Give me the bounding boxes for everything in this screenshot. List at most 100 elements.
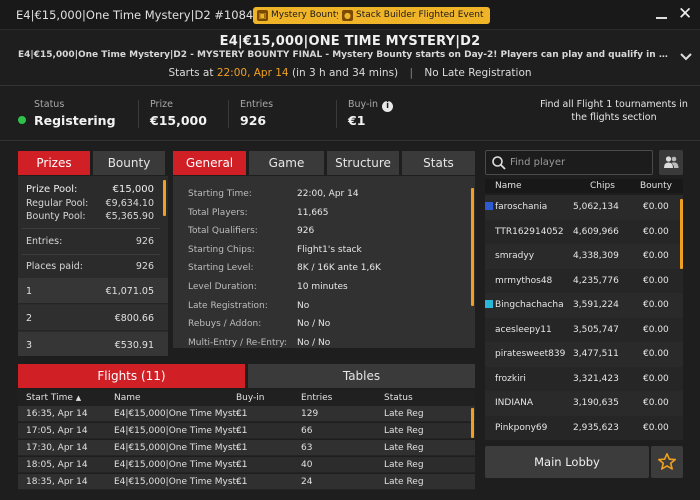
info-row: Starting Chips: Flight1's stack xyxy=(173,242,475,261)
table-row[interactable]: 18:05, Apr 14 E4|€15,000|One Time Myst..… xyxy=(18,457,475,473)
info-scrollbar[interactable] xyxy=(471,188,474,306)
table-row[interactable]: 16:35, Apr 14 E4|€15,000|One Time Myst..… xyxy=(18,406,475,422)
flights-table-header: Start Time ▲ Name Buy-in Entries Status xyxy=(18,390,475,406)
col-entries[interactable]: Entries xyxy=(301,393,332,403)
list-item[interactable]: acesleepy11 3,505,747 €0.00 xyxy=(485,317,683,342)
players-scrollbar[interactable] xyxy=(680,199,683,269)
info-row: Multi-Entry / Re-Entry: No / No xyxy=(173,335,475,348)
buyin-label: Buy-in i xyxy=(348,99,394,112)
info-value: No / No xyxy=(297,337,331,348)
player-name: faroschania xyxy=(495,202,548,212)
player-name: INDIANA xyxy=(495,398,534,408)
prize-value: €15,000 xyxy=(150,113,207,128)
flight-status: Late Reg xyxy=(384,409,424,419)
prize-label: Prize xyxy=(150,99,173,110)
tab-general[interactable]: General xyxy=(173,151,246,175)
table-row[interactable]: 18:35, Apr 14 E4|€15,000|One Time Myst..… xyxy=(18,474,475,490)
main-lobby-button[interactable]: Main Lobby xyxy=(485,446,649,478)
flights-section-link[interactable]: Find all Flight 1 tournaments in the fli… xyxy=(532,98,696,124)
search-icon xyxy=(492,156,506,170)
player-bounty: €0.00 xyxy=(643,422,669,433)
search-input[interactable] xyxy=(510,154,650,171)
col-status[interactable]: Status xyxy=(384,393,413,403)
col-player-name[interactable]: Name xyxy=(495,181,522,191)
table-row[interactable]: 17:30, Apr 14 E4|€15,000|One Time Myst..… xyxy=(18,440,475,456)
list-item[interactable]: frozkiri 3,321,423 €0.00 xyxy=(485,366,683,391)
tab-structure[interactable]: Structure xyxy=(327,151,399,175)
list-item[interactable]: piratesweet839 3,477,511 €0.00 xyxy=(485,342,683,367)
players-view-button[interactable] xyxy=(659,150,683,175)
sort-up-icon: ▲ xyxy=(75,394,82,402)
player-chips: 3,591,224 xyxy=(573,300,619,310)
info-row: Level Duration: 10 minutes xyxy=(173,279,475,298)
prizes-scrollbar[interactable] xyxy=(163,180,166,216)
player-name: acesleepy11 xyxy=(495,324,552,335)
favorite-button[interactable] xyxy=(651,446,683,478)
tab-flights[interactable]: Flights (11) xyxy=(18,364,245,388)
col-bounty[interactable]: Bounty xyxy=(640,181,672,191)
list-item[interactable]: mrmythos48 4,235,776 €0.00 xyxy=(485,268,683,293)
list-item[interactable]: Pinkpony69 2,935,623 €0.00 xyxy=(485,415,683,440)
table-row[interactable]: 17:05, Apr 14 E4|€15,000|One Time Myst..… xyxy=(18,423,475,439)
list-item[interactable]: Bingchachacha 3,591,224 €0.00 xyxy=(485,293,683,318)
divider xyxy=(22,254,160,255)
player-bounty: €0.00 xyxy=(643,226,669,237)
tab-prizes[interactable]: Prizes xyxy=(18,151,90,175)
tab-stats[interactable]: Stats xyxy=(402,151,475,175)
divider xyxy=(336,100,337,128)
entries-label: Entries xyxy=(240,99,274,110)
info-label: Total Qualifiers: xyxy=(188,226,258,237)
flight-buyin: €1 xyxy=(236,426,248,436)
flights-table: 16:35, Apr 14 E4|€15,000|One Time Myst..… xyxy=(18,406,475,500)
tab-game[interactable]: Game xyxy=(249,151,324,175)
info-value: 22:00, Apr 14 xyxy=(297,189,359,199)
col-start-time[interactable]: Start Time ▲ xyxy=(26,393,81,403)
starts-prefix: Starts at xyxy=(168,67,214,79)
info-value: 926 xyxy=(297,226,315,237)
player-bounty: €0.00 xyxy=(643,202,669,212)
entries-value: 926 xyxy=(240,113,267,128)
list-item[interactable]: faroschania 5,062,134 €0.00 xyxy=(485,195,683,220)
mystery-bounty-tag[interactable]: ▣ Mystery Bounty xyxy=(253,7,348,24)
list-item[interactable]: TTR162914052 4,609,966 €0.00 xyxy=(485,219,683,244)
start-time: 22:00, Apr 14 xyxy=(216,67,289,79)
divider xyxy=(0,85,700,86)
flight-status: Late Reg xyxy=(384,460,424,470)
flights-scrollbar[interactable] xyxy=(471,408,474,438)
info-icon[interactable]: i xyxy=(382,101,394,112)
flight-start: 18:35, Apr 14 xyxy=(26,477,88,487)
tag-label: Mystery Bounty xyxy=(271,10,342,20)
close-icon[interactable]: ✕ xyxy=(678,4,692,24)
coin-icon: ● xyxy=(342,10,353,21)
place-number: 1 xyxy=(26,286,33,297)
stack-builder-tag[interactable]: ● Stack Builder Flighted Event xyxy=(338,7,490,24)
tab-tables[interactable]: Tables xyxy=(248,364,475,388)
player-name: Bingchachacha xyxy=(495,300,564,310)
registration-note: No Late Registration xyxy=(424,67,532,79)
col-buyin[interactable]: Buy-in xyxy=(236,393,265,403)
info-value: No / No xyxy=(297,319,331,330)
flight-entries: 40 xyxy=(301,460,313,470)
place-amount: €1,071.05 xyxy=(105,286,154,297)
prize-pool-label: Prize Pool: xyxy=(26,184,78,195)
player-bounty: €0.00 xyxy=(643,324,669,335)
buyin-value: €1 xyxy=(348,113,366,128)
minimize-icon[interactable] xyxy=(655,8,669,22)
users-icon xyxy=(664,156,679,168)
player-name: piratesweet839 xyxy=(495,349,566,359)
tab-bounty[interactable]: Bounty xyxy=(93,151,165,175)
col-chips[interactable]: Chips xyxy=(590,181,615,191)
prize-place-row: 3 €530.91 xyxy=(18,332,168,356)
players-table: faroschania 5,062,134 €0.00 TTR162914052 4,6… xyxy=(485,195,683,440)
flight-status: Late Reg xyxy=(384,477,424,487)
star-icon xyxy=(658,453,676,470)
expand-description-icon[interactable] xyxy=(678,49,694,63)
info-label: Total Players: xyxy=(188,207,248,218)
col-name[interactable]: Name xyxy=(114,393,141,403)
player-chips: 3,505,747 xyxy=(573,324,619,335)
bounty-pool-label: Bounty Pool: xyxy=(26,211,86,222)
list-item[interactable]: INDIANA 3,190,635 €0.00 xyxy=(485,391,683,416)
list-item[interactable]: smradyy 4,338,309 €0.00 xyxy=(485,244,683,269)
flight-name: E4|€15,000|One Time Myst... xyxy=(114,443,245,453)
flight-start: 17:30, Apr 14 xyxy=(26,443,88,453)
